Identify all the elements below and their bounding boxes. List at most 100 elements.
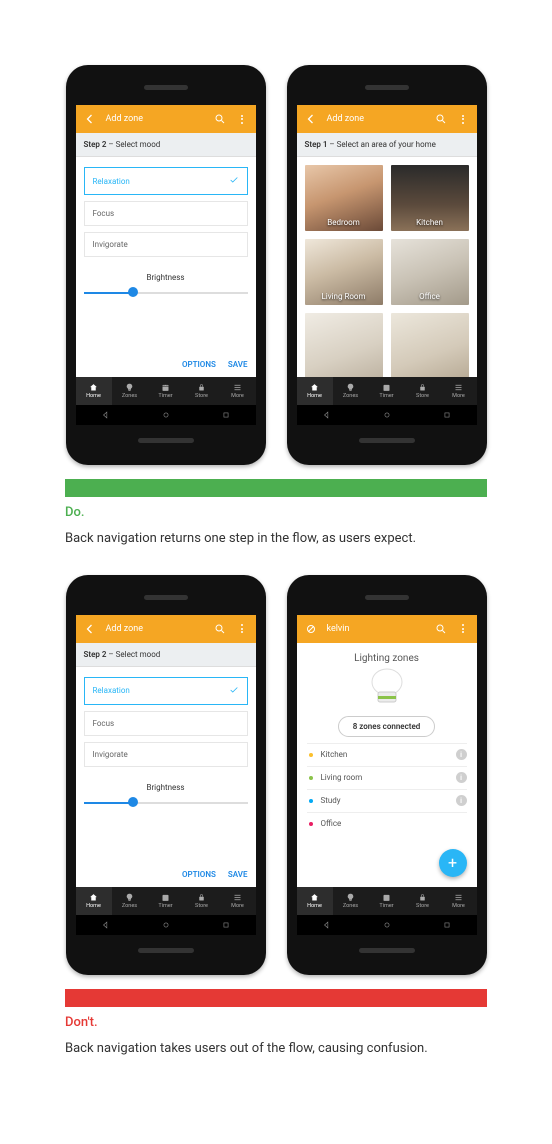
do-bar (65, 479, 487, 497)
zones-title: Lighting zones (307, 653, 467, 664)
back-icon[interactable] (84, 113, 96, 125)
nav-timer[interactable]: Timer (148, 887, 184, 915)
step-header: Step 2 – Select mood (76, 133, 256, 157)
nav-timer[interactable]: Timer (369, 887, 405, 915)
area-tile-extra[interactable] (391, 313, 469, 377)
fab-add[interactable]: + (439, 849, 467, 877)
save-button[interactable]: SAVE (228, 360, 248, 369)
step-header: Step 2 – Select mood (76, 643, 256, 667)
area-tile-bedroom[interactable]: Bedroom (305, 165, 383, 231)
nav-more[interactable]: More (441, 887, 477, 915)
info-icon[interactable]: i (456, 772, 467, 783)
back-icon[interactable] (305, 113, 317, 125)
nav-home[interactable]: Home (76, 887, 112, 915)
options-button[interactable]: OPTIONS (182, 870, 216, 879)
sys-back-icon[interactable] (101, 410, 111, 420)
phone-zones-right: kelvin Lighting zones 8 zones connected (287, 575, 487, 975)
nav-home[interactable]: Home (297, 887, 333, 915)
sys-recent-icon[interactable] (221, 920, 231, 930)
do-row: Add zone Step 2 – Select mood Relaxation… (65, 65, 487, 465)
nav-store[interactable]: Store (405, 887, 441, 915)
zone-row-living[interactable]: Living roomi (307, 766, 467, 789)
nav-store[interactable]: Store (405, 377, 441, 405)
nav-zones[interactable]: Zones (112, 887, 148, 915)
nav-timer[interactable]: Timer (148, 377, 184, 405)
nav-timer[interactable]: Timer (369, 377, 405, 405)
area-tile-office[interactable]: Office (391, 239, 469, 305)
sys-back-icon[interactable] (101, 920, 111, 930)
sys-home-icon[interactable] (382, 920, 392, 930)
area-tile-kitchen[interactable]: Kitchen (391, 165, 469, 231)
nav-more[interactable]: More (220, 887, 256, 915)
appbar-title: Add zone (106, 624, 204, 634)
nav-home[interactable]: Home (297, 377, 333, 405)
search-icon[interactable] (435, 113, 447, 125)
nav-zones[interactable]: Zones (112, 377, 148, 405)
sys-back-icon[interactable] (322, 410, 332, 420)
back-icon[interactable] (84, 623, 96, 635)
appbar-title: Add zone (106, 114, 204, 124)
overflow-icon[interactable] (236, 623, 248, 635)
sys-home-icon[interactable] (161, 410, 171, 420)
zone-row-office[interactable]: Office (307, 812, 467, 835)
nav-store[interactable]: Store (184, 377, 220, 405)
overflow-icon[interactable] (236, 113, 248, 125)
do-caption: Back navigation returns one step in the … (65, 530, 487, 549)
mood-option-relaxation[interactable]: Relaxation (84, 167, 248, 195)
sys-recent-icon[interactable] (442, 410, 452, 420)
zone-row-kitchen[interactable]: Kitcheni (307, 743, 467, 766)
sys-home-icon[interactable] (382, 410, 392, 420)
nav-store[interactable]: Store (184, 887, 220, 915)
search-icon[interactable] (214, 623, 226, 635)
search-icon[interactable] (214, 113, 226, 125)
step-header: Step 1 – Select an area of your home (297, 133, 477, 157)
brightness-label: Brightness (84, 273, 248, 282)
bottom-nav: Home Zones Timer Store More (297, 377, 477, 405)
info-icon[interactable]: i (456, 749, 467, 760)
sys-back-icon[interactable] (322, 920, 332, 930)
brightness-label: Brightness (84, 783, 248, 792)
appbar-title: kelvin (327, 624, 425, 634)
brightness-slider[interactable] (84, 798, 248, 808)
sys-recent-icon[interactable] (442, 920, 452, 930)
zones-connected-pill: 8 zones connected (338, 716, 436, 737)
sys-recent-icon[interactable] (221, 410, 231, 420)
system-nav (297, 915, 477, 935)
sys-home-icon[interactable] (161, 920, 171, 930)
dont-caption: Back navigation takes users out of the f… (65, 1040, 487, 1059)
save-button[interactable]: SAVE (228, 870, 248, 879)
search-icon[interactable] (435, 623, 447, 635)
system-nav (76, 915, 256, 935)
overflow-icon[interactable] (457, 623, 469, 635)
area-tile-living[interactable]: Living Room (305, 239, 383, 305)
info-icon[interactable]: i (456, 795, 467, 806)
system-nav (76, 405, 256, 425)
mood-option-invigorate[interactable]: Invigorate (84, 742, 248, 767)
mood-option-focus[interactable]: Focus (84, 711, 248, 736)
nav-more[interactable]: More (220, 377, 256, 405)
bulb-icon (365, 668, 409, 708)
system-nav (297, 405, 477, 425)
mood-option-relaxation[interactable]: Relaxation (84, 677, 248, 705)
mood-option-invigorate[interactable]: Invigorate (84, 232, 248, 257)
brightness-slider[interactable] (84, 288, 248, 298)
overflow-icon[interactable] (457, 113, 469, 125)
appbar: kelvin (297, 615, 477, 643)
zone-row-study[interactable]: Studyi (307, 789, 467, 812)
nav-home[interactable]: Home (76, 377, 112, 405)
bottom-nav: Home Zones Timer Store More (76, 377, 256, 405)
bottom-nav: Home Zones Timer Store More (76, 887, 256, 915)
nav-zones[interactable]: Zones (333, 887, 369, 915)
phone-step2-left: Add zone Step 2 – Select mood Relaxation… (66, 65, 266, 465)
options-button[interactable]: OPTIONS (182, 360, 216, 369)
appbar: Add zone (76, 615, 256, 643)
bottom-nav: Home Zones Timer Store More (297, 887, 477, 915)
nav-zones[interactable]: Zones (333, 377, 369, 405)
nav-more[interactable]: More (441, 377, 477, 405)
dont-bar (65, 989, 487, 1007)
area-tile-extra[interactable] (305, 313, 383, 377)
brand-icon (305, 623, 317, 635)
dont-tag: Don't. (65, 1015, 487, 1030)
appbar: Add zone (76, 105, 256, 133)
mood-option-focus[interactable]: Focus (84, 201, 248, 226)
